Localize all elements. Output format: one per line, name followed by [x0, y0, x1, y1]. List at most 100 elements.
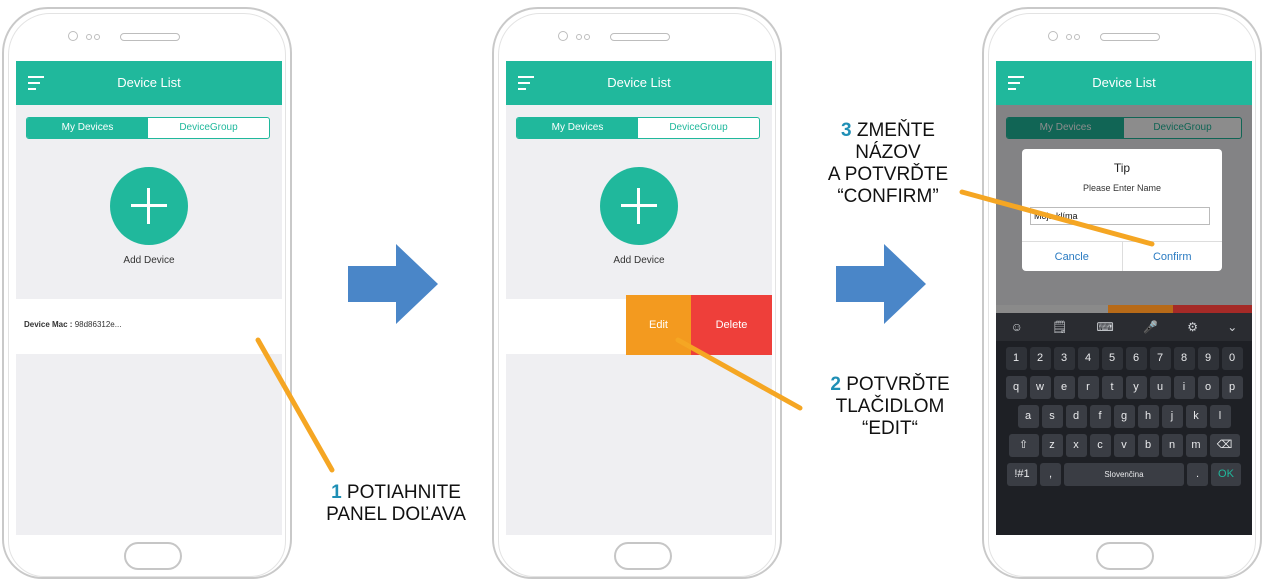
key[interactable]: n: [1161, 434, 1183, 457]
sensor-icon: [1066, 34, 1072, 40]
key[interactable]: x: [1065, 434, 1087, 457]
device-mac-value: 98d86312e...: [74, 320, 122, 329]
step-3-line-3: A POTVRĎTE: [827, 164, 949, 185]
key[interactable]: y: [1125, 376, 1147, 399]
add-device-button[interactable]: [110, 167, 188, 245]
key[interactable]: e: [1053, 376, 1075, 399]
soft-keyboard: ☺ 🗒 ⌨ 🎤 ⚙ ⌄ 1 2 3 4 5 6 7 8 9 0 q w e r …: [996, 313, 1252, 535]
confirm-button[interactable]: Confirm: [1123, 242, 1223, 271]
key[interactable]: 1: [1005, 347, 1027, 370]
speaker-grille: [120, 33, 180, 41]
add-device-label: Add Device: [123, 255, 175, 266]
step-1-line-2: PANEL DOĽAVA: [326, 504, 466, 525]
step-3-line-2: NÁZOV: [855, 142, 921, 163]
next-step-arrow-icon: [348, 244, 438, 324]
key[interactable]: p: [1221, 376, 1243, 399]
step-3-label: 3 ZMEŇTE NÁZOV A POTVRĎTE “CONFIRM”: [800, 120, 976, 208]
key[interactable]: 8: [1173, 347, 1195, 370]
key[interactable]: 7: [1149, 347, 1171, 370]
comma-key[interactable]: ,: [1040, 463, 1061, 486]
key[interactable]: b: [1137, 434, 1159, 457]
shift-key[interactable]: ⇧: [1008, 434, 1039, 457]
app-screen: Device List My Devices DeviceGroup Tip P…: [996, 61, 1252, 535]
key[interactable]: o: [1197, 376, 1219, 399]
key[interactable]: 4: [1077, 347, 1099, 370]
keyboard-icon[interactable]: ⌨: [1097, 320, 1114, 334]
key[interactable]: 5: [1101, 347, 1123, 370]
delete-button[interactable]: Delete: [691, 295, 772, 355]
key[interactable]: i: [1173, 376, 1195, 399]
device-name-input[interactable]: Moja klíma: [1030, 207, 1210, 225]
key[interactable]: 6: [1125, 347, 1147, 370]
emoji-icon[interactable]: ☺: [1011, 320, 1023, 334]
speaker-grille: [1100, 33, 1160, 41]
key[interactable]: u: [1149, 376, 1171, 399]
key[interactable]: 9: [1197, 347, 1219, 370]
cancel-button[interactable]: Cancle: [1022, 242, 1123, 271]
key[interactable]: 3: [1053, 347, 1075, 370]
phone-2: Device List My Devices DeviceGroup Add D…: [492, 7, 782, 579]
step-3-line-4: “CONFIRM”: [837, 186, 939, 207]
key[interactable]: c: [1089, 434, 1111, 457]
modal-overlay-strip: [996, 305, 1252, 313]
settings-icon[interactable]: ⚙: [1187, 320, 1198, 334]
key[interactable]: f: [1089, 405, 1111, 428]
sensor-icon: [94, 34, 100, 40]
tab-device-group[interactable]: DeviceGroup: [148, 118, 269, 138]
key[interactable]: w: [1029, 376, 1051, 399]
key[interactable]: m: [1185, 434, 1207, 457]
device-list-item[interactable]: Device Mac : 98d86312e...: [16, 299, 282, 354]
key[interactable]: l: [1209, 405, 1231, 428]
speaker-grille: [610, 33, 670, 41]
keyboard-row-3: ⇧ z x c v b n m ⌫: [996, 434, 1252, 457]
key[interactable]: a: [1017, 405, 1039, 428]
step-3-line-1: ZMEŇTE: [856, 120, 935, 141]
period-key[interactable]: .: [1187, 463, 1208, 486]
camera-icon: [1048, 31, 1058, 41]
space-key[interactable]: Slovenčina: [1064, 463, 1184, 486]
key[interactable]: 2: [1029, 347, 1051, 370]
home-button[interactable]: [1096, 542, 1154, 570]
ok-key[interactable]: OK: [1211, 463, 1241, 486]
key[interactable]: q: [1005, 376, 1027, 399]
app-title: Device List: [1092, 75, 1156, 90]
key[interactable]: d: [1065, 405, 1087, 428]
edit-button[interactable]: Edit: [626, 295, 691, 355]
key[interactable]: j: [1161, 405, 1183, 428]
sticker-icon[interactable]: 🗒: [1052, 320, 1067, 334]
dialog-title: Tip: [1113, 161, 1131, 175]
step-1-line-1: POTIAHNITE: [346, 482, 461, 503]
key[interactable]: 0: [1221, 347, 1243, 370]
sensor-icon: [584, 34, 590, 40]
keyboard-row-2: a s d f g h j k l: [996, 405, 1252, 428]
rename-dialog: Tip Please Enter Name Moja klíma Cancle …: [1022, 149, 1222, 271]
key[interactable]: v: [1113, 434, 1135, 457]
symbols-key[interactable]: !#1: [1007, 463, 1037, 486]
add-device-button[interactable]: [600, 167, 678, 245]
phone-3: Device List My Devices DeviceGroup Tip P…: [982, 7, 1262, 579]
phone-1: Device List My Devices DeviceGroup Add D…: [2, 7, 292, 579]
key[interactable]: r: [1077, 376, 1099, 399]
key[interactable]: g: [1113, 405, 1135, 428]
step-2-line-3: “EDIT“: [862, 418, 918, 439]
home-button[interactable]: [124, 542, 182, 570]
key[interactable]: t: [1101, 376, 1123, 399]
tab-device-group[interactable]: DeviceGroup: [638, 118, 759, 138]
tab-my-devices[interactable]: My Devices: [27, 118, 148, 138]
home-button[interactable]: [614, 542, 672, 570]
camera-icon: [558, 31, 568, 41]
key[interactable]: z: [1041, 434, 1063, 457]
tab-my-devices[interactable]: My Devices: [517, 118, 638, 138]
app-header: Device List: [16, 61, 282, 105]
chevron-down-icon[interactable]: ⌄: [1227, 320, 1237, 334]
dialog-buttons: Cancle Confirm: [1022, 241, 1222, 271]
backspace-key[interactable]: ⌫: [1209, 434, 1240, 457]
sensor-icon: [1074, 34, 1080, 40]
key[interactable]: s: [1041, 405, 1063, 428]
microphone-icon[interactable]: 🎤: [1143, 320, 1158, 334]
next-step-arrow-icon: [836, 244, 926, 324]
keyboard-number-row: 1 2 3 4 5 6 7 8 9 0: [996, 347, 1252, 370]
key[interactable]: k: [1185, 405, 1207, 428]
key[interactable]: h: [1137, 405, 1159, 428]
device-mac-text: Device Mac : 98d86312e...: [24, 320, 121, 329]
